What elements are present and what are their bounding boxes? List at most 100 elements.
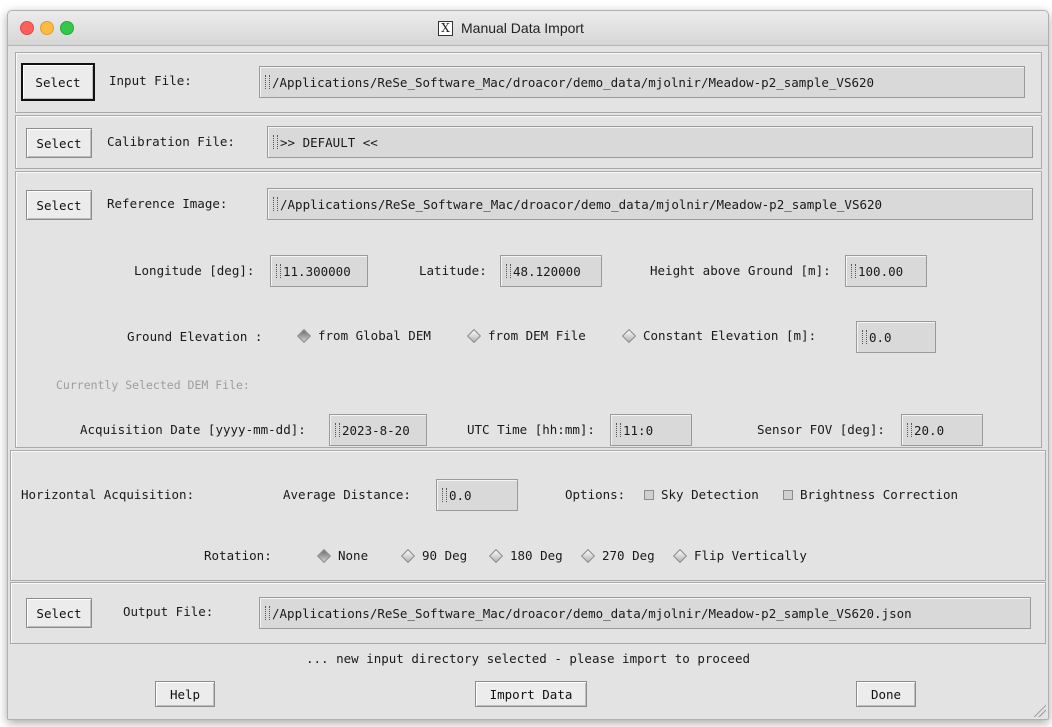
input-file-label: Input File: (109, 73, 192, 88)
text-cursor (273, 197, 278, 211)
text-cursor (265, 75, 270, 89)
sensor-fov-label: Sensor FOV [deg]: (757, 422, 885, 437)
options-label: Options: (565, 487, 626, 502)
input-file-value: /Applications/ReSe_Software_Mac/droacor/… (272, 74, 875, 90)
reference-image-field[interactable]: /Applications/ReSe_Software_Mac/droacor/… (267, 188, 1033, 220)
select-reference-image-button[interactable]: Select (26, 190, 92, 220)
ground-elevation-label: Ground Elevation : (127, 329, 263, 344)
average-distance-field[interactable]: 0.0 (436, 479, 518, 511)
output-file-value: /Applications/ReSe_Software_Mac/droacor/… (272, 605, 912, 621)
output-file-label: Output File: (123, 604, 214, 619)
calibration-file-field[interactable]: >> DEFAULT << (267, 126, 1033, 158)
brightness-correction-checkbox[interactable]: Brightness Correction (783, 486, 958, 504)
checkbox-indicator (783, 490, 793, 500)
latitude-value: 48.120000 (513, 263, 581, 279)
select-output-file-button[interactable]: Select (26, 598, 92, 628)
height-above-ground-label: Height above Ground [m]: (650, 263, 831, 278)
height-above-ground-value: 100.00 (858, 263, 904, 279)
text-cursor (907, 423, 912, 437)
utc-time-label: UTC Time [hh:mm]: (467, 422, 595, 437)
text-cursor (335, 423, 340, 437)
help-button[interactable]: Help (155, 681, 215, 707)
select-calibration-file-button[interactable]: Select (26, 128, 92, 158)
window-title-group: X Manual Data Import (438, 18, 584, 38)
x11-app-icon: X (438, 20, 453, 36)
utc-time-value: 11:0 (623, 422, 654, 438)
radio-from-dem-file-label: from DEM File (488, 328, 586, 343)
radio-from-dem-file[interactable]: from DEM File (466, 328, 586, 343)
minimize-window-button[interactable] (40, 21, 54, 35)
latitude-label: Latitude: (419, 263, 487, 278)
title-bar: X Manual Data Import (8, 11, 1048, 46)
acquisition-date-value: 2023-8-20 (342, 422, 410, 438)
current-dem-file-label: Currently Selected DEM File: (56, 378, 250, 392)
zoom-window-button[interactable] (60, 21, 74, 35)
radio-rotation-90-label: 90 Deg (422, 548, 468, 563)
average-distance-value: 0.0 (449, 487, 472, 503)
acquisition-date-label: Acquisition Date [yyyy-mm-dd]: (80, 422, 306, 437)
radio-flip-vertically-label: Flip Vertically (694, 548, 807, 563)
radio-selected-indicator (296, 328, 312, 343)
radio-rotation-180-label: 180 Deg (510, 548, 563, 563)
text-cursor (851, 264, 856, 278)
radio-selected-indicator (316, 548, 332, 564)
output-file-field[interactable]: /Applications/ReSe_Software_Mac/droacor/… (259, 597, 1031, 629)
radio-constant-elevation-label: Constant Elevation [m]: (643, 328, 817, 343)
radio-unselected-indicator (400, 548, 416, 564)
horizontal-acquisition-panel: Horizontal Acquisition: Average Distance… (10, 450, 1046, 581)
manual-data-import-window: X Manual Data Import Select Input File: … (7, 10, 1049, 720)
checkbox-indicator (644, 490, 654, 500)
acquisition-date-field[interactable]: 2023-8-20 (329, 414, 427, 446)
window-title: Manual Data Import (461, 20, 584, 36)
main-options-panel: Select Reference Image: /Applications/Re… (15, 171, 1042, 448)
radio-from-global-dem-label: from Global DEM (318, 328, 431, 343)
horizontal-acquisition-label: Horizontal Acquisition: (21, 487, 195, 502)
done-button[interactable]: Done (856, 681, 916, 707)
radio-rotation-180[interactable]: 180 Deg (488, 547, 563, 565)
radio-constant-elevation[interactable]: Constant Elevation [m]: (621, 328, 817, 343)
close-window-button[interactable] (20, 21, 34, 35)
longitude-field[interactable]: 11.300000 (270, 255, 368, 287)
radio-rotation-none-label: None (338, 548, 369, 563)
calibration-file-panel: Select Calibration File: >> DEFAULT << (15, 115, 1042, 169)
radio-unselected-indicator (621, 328, 637, 343)
sensor-fov-value: 20.0 (914, 422, 945, 438)
output-file-panel: Select Output File: /Applications/ReSe_S… (10, 582, 1046, 644)
latitude-field[interactable]: 48.120000 (500, 255, 602, 287)
import-data-button[interactable]: Import Data (475, 681, 587, 707)
text-cursor (442, 488, 447, 502)
utc-time-field[interactable]: 11:0 (610, 414, 692, 446)
constant-elevation-value: 0.0 (869, 329, 892, 345)
radio-unselected-indicator (672, 548, 688, 564)
height-above-ground-field[interactable]: 100.00 (845, 255, 927, 287)
text-cursor (265, 606, 270, 620)
input-file-field[interactable]: /Applications/ReSe_Software_Mac/droacor/… (259, 66, 1025, 98)
radio-from-global-dem[interactable]: from Global DEM (296, 328, 431, 343)
reference-image-label: Reference Image: (107, 196, 228, 211)
text-cursor (276, 264, 281, 278)
select-input-file-button[interactable]: Select (21, 63, 95, 101)
input-file-panel: Select Input File: /Applications/ReSe_So… (15, 52, 1042, 113)
calibration-file-value: >> DEFAULT << (280, 134, 378, 150)
radio-flip-vertically[interactable]: Flip Vertically (672, 547, 807, 565)
text-cursor (616, 423, 621, 437)
sky-detection-checkbox[interactable]: Sky Detection (644, 486, 759, 504)
radio-unselected-indicator (580, 548, 596, 564)
constant-elevation-field[interactable]: 0.0 (856, 321, 936, 353)
calibration-file-label: Calibration File: (107, 134, 235, 149)
sky-detection-label: Sky Detection (661, 487, 759, 502)
reference-image-value: /Applications/ReSe_Software_Mac/droacor/… (280, 196, 883, 212)
longitude-value: 11.300000 (283, 263, 351, 279)
radio-unselected-indicator (488, 548, 504, 564)
radio-rotation-90[interactable]: 90 Deg (400, 547, 468, 565)
text-cursor (273, 135, 278, 149)
radio-unselected-indicator (466, 328, 482, 343)
sensor-fov-field[interactable]: 20.0 (901, 414, 983, 446)
brightness-correction-label: Brightness Correction (800, 487, 959, 502)
rotation-label: Rotation: (204, 548, 272, 563)
longitude-label: Longitude [deg]: (134, 263, 255, 278)
radio-rotation-270[interactable]: 270 Deg (580, 547, 655, 565)
resize-grip[interactable] (1032, 703, 1046, 717)
status-message: ... new input directory selected - pleas… (305, 651, 750, 666)
radio-rotation-none[interactable]: None (316, 547, 369, 565)
